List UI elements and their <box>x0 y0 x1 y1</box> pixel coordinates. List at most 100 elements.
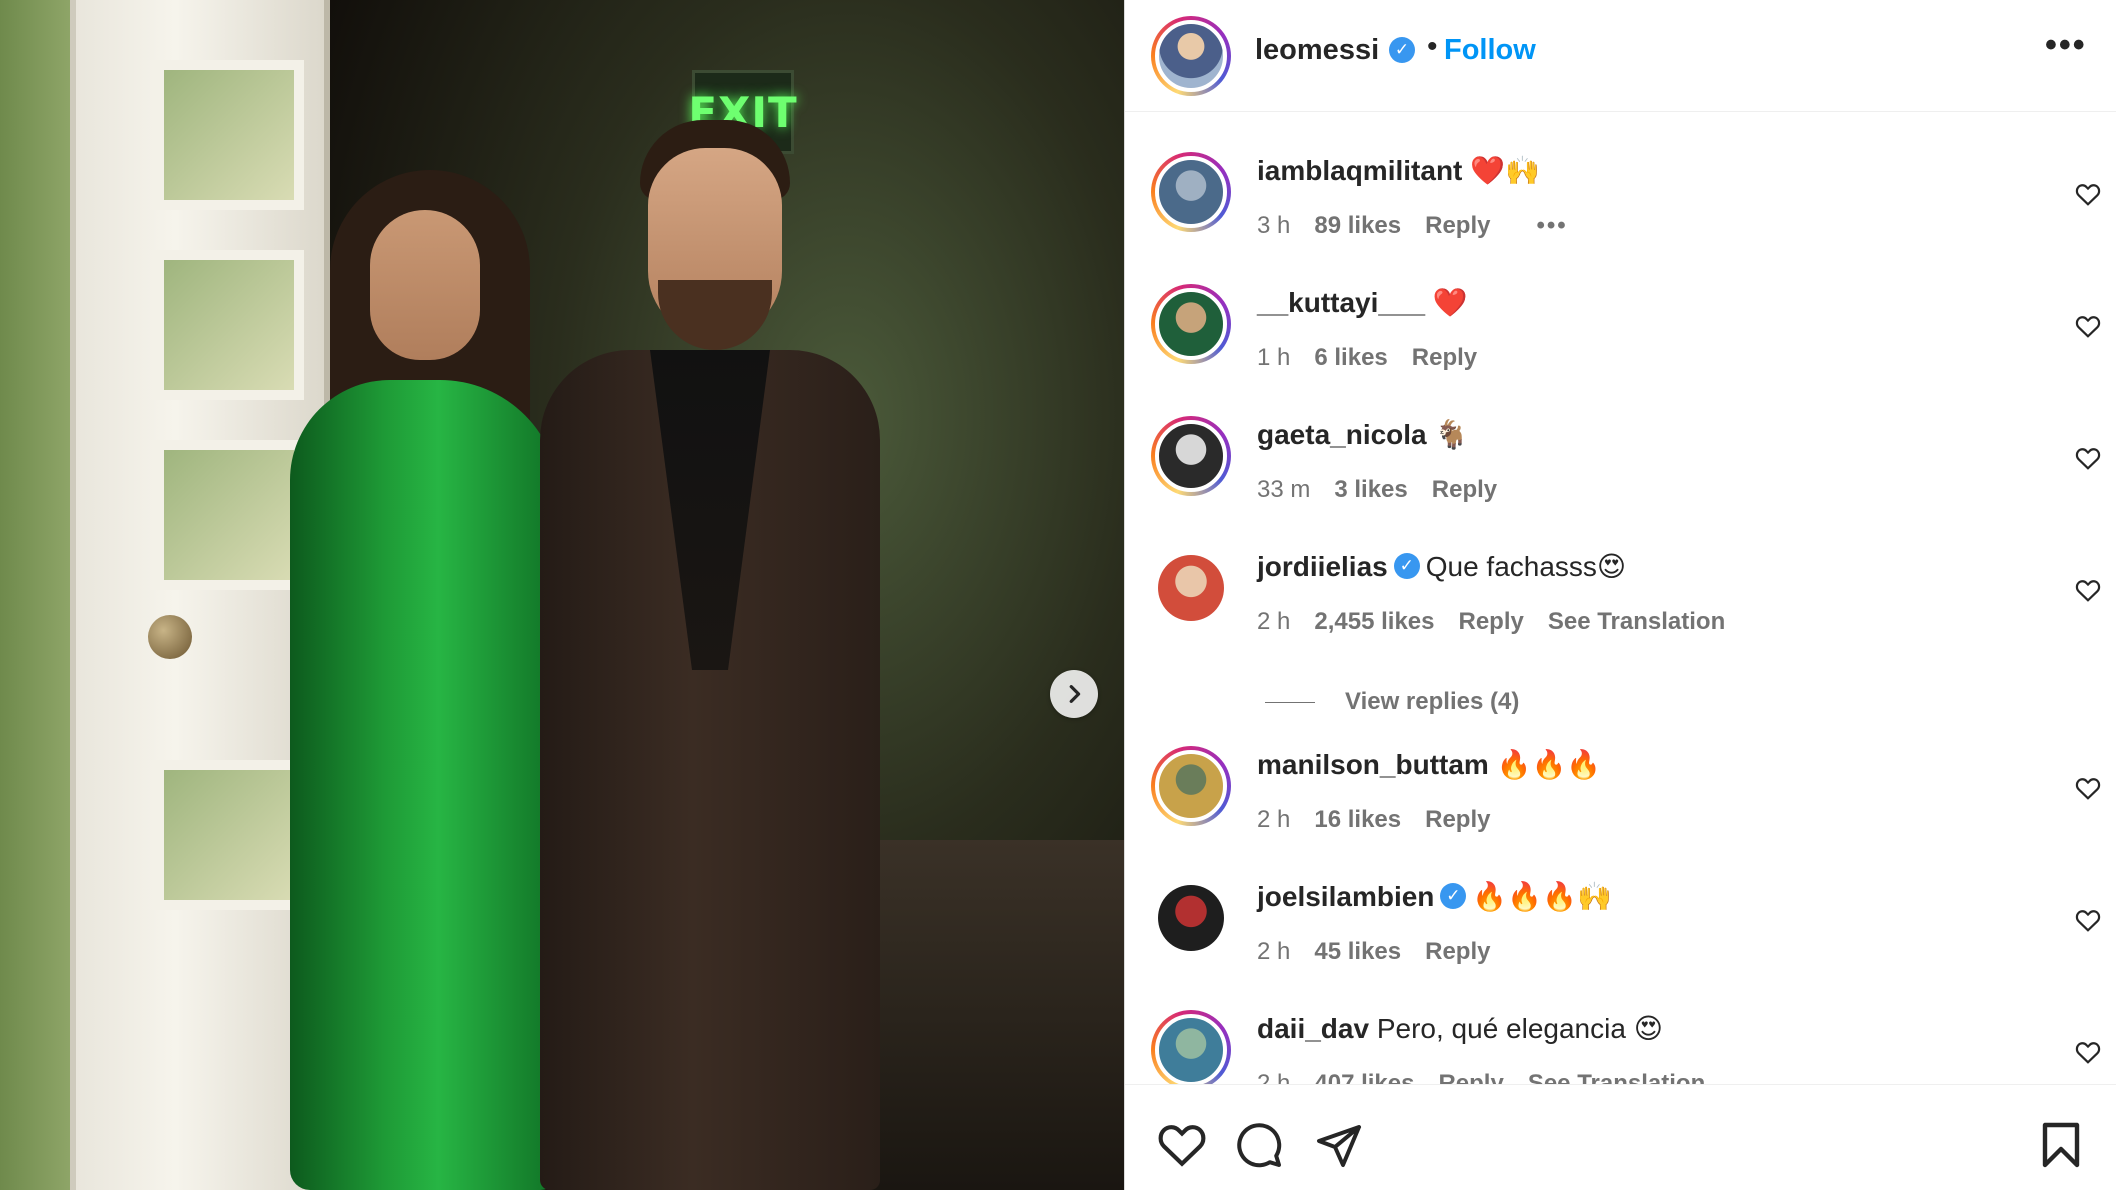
comment-text-line: manilson_buttam 🔥🔥🔥 <box>1257 748 1601 781</box>
commenter-avatar[interactable] <box>1158 555 1224 621</box>
comment-likes[interactable]: 2,455 likes <box>1314 608 1434 635</box>
comment-like-heart-icon[interactable] <box>2075 578 2101 602</box>
comment-row: gaeta_nicola 🐐 33 m 3 likes Reply <box>1125 376 2116 508</box>
comment-likes[interactable]: 407 likes <box>1314 1070 1414 1084</box>
comment-meta: 2 h 45 likes Reply <box>1257 938 1514 966</box>
author-username[interactable]: leomessi <box>1255 34 1379 67</box>
comment-text: ❤️🙌 <box>1470 155 1540 186</box>
reply-button[interactable]: Reply <box>1458 608 1523 635</box>
comment-likes[interactable]: 45 likes <box>1314 938 1401 965</box>
commenter-avatar[interactable] <box>1151 416 1231 496</box>
door-knob <box>148 615 192 659</box>
header-separator: • <box>1427 30 1438 63</box>
reply-button[interactable]: Reply <box>1412 344 1477 371</box>
comment-meta: 33 m 3 likes Reply <box>1257 476 1521 504</box>
comments-list[interactable]: View replies (4) iamblaqmilitant ❤️🙌 3 h8… <box>1125 112 2116 1084</box>
follow-button[interactable]: Follow <box>1444 34 1536 67</box>
comment-row: daii_dav Pero, qué elegancia 😍 2 h 407 lik… <box>1125 970 2116 1084</box>
verified-badge-icon: ✓ <box>1389 37 1415 63</box>
commenter-username[interactable]: daii_dav <box>1257 1013 1369 1044</box>
commenter-avatar[interactable] <box>1151 746 1231 826</box>
green-dress <box>290 380 560 1190</box>
commenter-avatar[interactable] <box>1151 1010 1231 1084</box>
comment-text: Que fachasss😍 <box>1425 551 1627 582</box>
more-horizontal-icon[interactable]: ••• <box>2045 26 2087 65</box>
comment-meta: 2 h 407 likes Reply See Translation <box>1257 1070 1729 1084</box>
reply-button[interactable]: Reply <box>1425 806 1490 833</box>
paper-plane-icon[interactable] <box>1315 1121 1363 1169</box>
comment-time: 2 h <box>1257 1070 1291 1084</box>
comment-meta: 3 h 89 likes Reply ••• <box>1257 212 1592 240</box>
comment-row: joelsilambien ✓ 🔥🔥🔥🙌 2 h 45 likes Reply <box>1125 838 2116 970</box>
comment-like-heart-icon[interactable] <box>2075 1040 2101 1064</box>
comment-text-line: jordiielias ✓ Que fachasss😍 <box>1257 550 1626 583</box>
man-in-suit <box>540 120 880 1190</box>
comment-meta: 1 h 6 likes Reply <box>1257 344 1501 372</box>
comment-options-icon[interactable]: ••• <box>1536 212 1567 239</box>
comment-time: 2 h <box>1257 806 1291 833</box>
commenter-username[interactable]: manilson_buttam <box>1257 749 1489 780</box>
reply-button[interactable]: Reply <box>1425 938 1490 965</box>
man-beard <box>658 280 772 350</box>
heart-icon[interactable] <box>1157 1121 1207 1167</box>
replies-divider <box>1265 701 1315 703</box>
see-translation-button[interactable]: See Translation <box>1528 1070 1705 1084</box>
comment-text: 🔥🔥🔥🙌 <box>1472 881 1612 912</box>
woman-in-green-dress <box>290 170 570 1190</box>
comment-likes[interactable]: 16 likes <box>1314 806 1401 833</box>
comment-bubble-icon[interactable] <box>1235 1121 1283 1169</box>
comment-row: iamblaqmilitant ❤️🙌 3 h 89 likes Reply ••• <box>1125 112 2116 244</box>
comment-text: ❤️ <box>1432 287 1468 318</box>
comment-like-heart-icon[interactable] <box>2075 776 2101 800</box>
post-header: leomessi ✓ • Follow ••• <box>1125 0 2116 112</box>
comment-like-heart-icon[interactable] <box>2075 314 2101 338</box>
commenter-username[interactable]: iamblaqmilitant <box>1257 155 1462 186</box>
comment-time: 2 h <box>1257 608 1291 635</box>
comment-text: 🐐 <box>1434 419 1470 450</box>
comment-row: jordiielias ✓ Que fachasss😍 2 h 2,455 likes R… <box>1125 508 2116 640</box>
comment-likes[interactable]: 6 likes <box>1314 344 1387 371</box>
post-photo[interactable]: EXIT <box>0 0 1124 1190</box>
comment-meta: 2 h 2,455 likes Reply See Translation <box>1257 608 1749 636</box>
chevron-right-icon <box>1069 685 1081 703</box>
commenter-username[interactable]: jordiielias <box>1257 551 1388 582</box>
commenter-avatar[interactable] <box>1151 152 1231 232</box>
see-translation-button[interactable]: See Translation <box>1548 608 1725 635</box>
reply-button[interactable]: Reply <box>1438 1070 1503 1084</box>
comment-text-line: gaeta_nicola 🐐 <box>1257 418 1469 451</box>
comment-likes[interactable]: 89 likes <box>1314 212 1401 239</box>
door-pane <box>154 440 304 590</box>
commenter-username[interactable]: joelsilambien <box>1257 881 1434 912</box>
commenter-username[interactable]: __kuttayi___ <box>1257 287 1425 318</box>
comment-row: __kuttayi___ ❤️ 1 h 6 likes Reply <box>1125 244 2116 376</box>
commenter-avatar[interactable] <box>1158 885 1224 951</box>
comment-text: 🔥🔥🔥 <box>1496 749 1602 780</box>
comment-time: 3 h <box>1257 212 1291 239</box>
woman-face <box>370 210 480 360</box>
verified-badge-icon: ✓ <box>1393 552 1420 579</box>
comment-likes[interactable]: 3 likes <box>1334 476 1407 503</box>
comment-like-heart-icon[interactable] <box>2075 908 2101 932</box>
door-pane <box>154 250 304 400</box>
door-pane <box>154 760 304 910</box>
door-pane <box>154 60 304 210</box>
comment-like-heart-icon[interactable] <box>2075 446 2101 470</box>
instagram-post: EXIT leomessi ✓ • Follow ••• View replie… <box>0 0 2116 1190</box>
comment-text-line: daii_dav Pero, qué elegancia 😍 <box>1257 1012 1663 1045</box>
next-photo-button[interactable] <box>1050 670 1098 718</box>
comment-time: 1 h <box>1257 344 1291 371</box>
bookmark-icon[interactable] <box>2039 1121 2083 1169</box>
commenter-avatar[interactable] <box>1151 284 1231 364</box>
action-bar <box>1125 1084 2116 1190</box>
comment-text-line: joelsilambien ✓ 🔥🔥🔥🙌 <box>1257 880 1612 913</box>
reply-button[interactable]: Reply <box>1425 212 1490 239</box>
comment-row: manilson_buttam 🔥🔥🔥 2 h 16 likes Reply <box>1125 706 2116 838</box>
comment-text-line: __kuttayi___ ❤️ <box>1257 286 1468 319</box>
comment-text-line: iamblaqmilitant ❤️🙌 <box>1257 154 1540 187</box>
comment-text: Pero, qué elegancia 😍 <box>1376 1013 1663 1044</box>
author-avatar[interactable] <box>1151 16 1231 96</box>
reply-button[interactable]: Reply <box>1432 476 1497 503</box>
comment-like-heart-icon[interactable] <box>2075 182 2101 206</box>
comment-meta: 2 h 16 likes Reply <box>1257 806 1514 834</box>
commenter-username[interactable]: gaeta_nicola <box>1257 419 1427 450</box>
